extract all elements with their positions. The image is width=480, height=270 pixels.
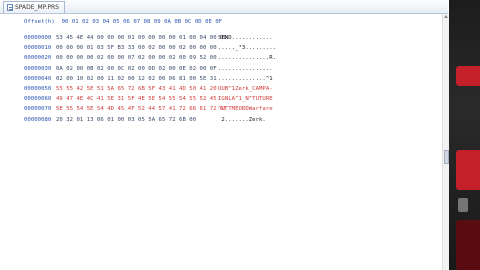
- row-offset: 00000070: [24, 106, 52, 113]
- row-ascii-text[interactable]: ...............R.: [218, 53, 276, 63]
- offset-header: Offset(h) 00 01 02 03 04 05 06 07 08 09 …: [24, 19, 223, 25]
- row-ascii-text[interactable]: IGNLA^1_N^TUTURE: [218, 94, 273, 104]
- row-hex-bytes[interactable]: 0A 02 00 0B 02 00 0C 02 00 0D 02 00 0E 0…: [56, 64, 217, 74]
- row-offset: 00000030: [24, 65, 52, 72]
- scroll-up-icon[interactable]: [444, 15, 448, 18]
- row-offset: 00000050: [24, 86, 52, 92]
- row-hex-bytes[interactable]: 49 47 4E 4C 41 5E 31 5F 4E 5E 54 55 54 5…: [56, 94, 217, 104]
- row-offset: 00000060: [24, 96, 52, 103]
- row-ascii-text[interactable]: ....._³3.........: [218, 43, 276, 53]
- row-hex-bytes[interactable]: 5E 55 54 5E 54 4D 45 4F 52 44 57 41 72 6…: [56, 104, 227, 114]
- row-ascii-text[interactable]: 2.......Zerk.: [218, 115, 266, 125]
- background-marker: [458, 198, 468, 212]
- row-hex-bytes[interactable]: 55 55 42 5E 51 5A 65 72 6B 5F 43 41 4D 5…: [56, 84, 217, 94]
- row-hex-bytes[interactable]: 02 00 10 02 00 11 02 00 12 02 00 06 81 0…: [56, 74, 217, 84]
- row-ascii-text[interactable]: ................: [218, 64, 273, 74]
- hex-view[interactable]: Offset(h) 00 01 02 03 04 05 06 07 08 09 …: [0, 14, 448, 270]
- row-offset: 00000010: [24, 45, 52, 52]
- row-offset: 00000080: [24, 116, 52, 123]
- row-hex-bytes[interactable]: 00 00 00 01 03 5F B3 33 00 02 00 00 02 0…: [56, 43, 217, 53]
- background-dark-red-panel: [456, 220, 480, 270]
- background-red-panel: [456, 150, 480, 190]
- row-hex-bytes[interactable]: 53 45 4E 44 00 00 00 01 00 00 00 00 01 0…: [56, 33, 227, 43]
- hex-editor-window: SPADE_MP.PRS Offset(h) 00 01 02 03 04 05…: [0, 0, 480, 270]
- row-ascii-text[interactable]: ..............^1: [218, 74, 273, 84]
- background-red-panel: [456, 66, 480, 86]
- file-tab-label: SPADE_MP.PRS: [15, 4, 59, 11]
- row-hex-bytes[interactable]: 00 00 00 00 02 00 00 07 02 00 00 02 00 0…: [56, 53, 217, 63]
- row-offset: 00000020: [24, 55, 52, 62]
- row-offset: 00000040: [24, 75, 52, 82]
- row-ascii-text[interactable]: UUB^1Zerk_CAMPA-: [218, 84, 273, 94]
- row-ascii-text[interactable]: SEND............: [218, 33, 273, 43]
- row-ascii-text[interactable]: ^U^TMEORDWarfare: [218, 104, 273, 114]
- file-icon: [7, 4, 13, 11]
- row-offset: 00000000: [24, 35, 52, 41]
- row-hex-bytes[interactable]: 20 32 01 13 06 01 00 03 05 5A 65 72 6B 0…: [56, 115, 196, 125]
- tab-bar: SPADE_MP.PRS: [0, 0, 448, 14]
- file-tab[interactable]: SPADE_MP.PRS: [3, 1, 65, 13]
